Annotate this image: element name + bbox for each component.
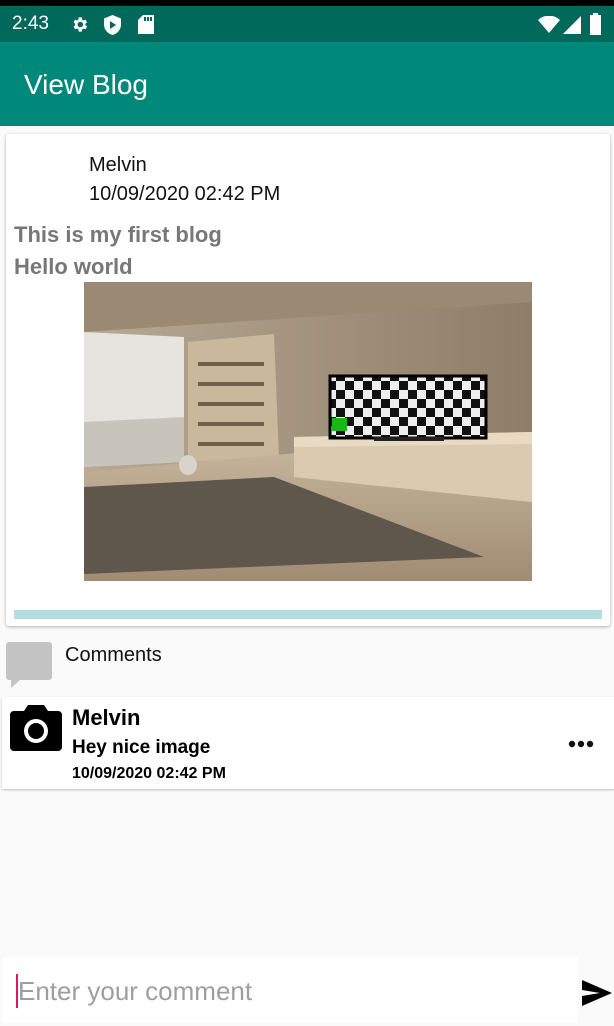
gear-icon xyxy=(73,17,88,32)
sd-card-icon xyxy=(138,15,154,34)
blog-post-card: Melvin 10/09/2020 02:42 PM This is my fi… xyxy=(6,134,610,626)
post-date: 10/09/2020 02:42 PM xyxy=(89,183,281,205)
post-image[interactable] xyxy=(84,282,532,581)
app-bar: View Blog xyxy=(0,42,614,126)
comments-label: Comments xyxy=(65,644,162,666)
comment-input-box xyxy=(2,957,578,1023)
app-title: View Blog xyxy=(24,69,149,100)
comment-author: Melvin xyxy=(72,705,141,730)
shield-icon xyxy=(104,15,121,35)
send-icon[interactable] xyxy=(580,974,614,1012)
comment-date: 10/09/2020 02:42 PM xyxy=(72,765,226,782)
comment-item: Melvin Hey nice image 10/09/2020 02:42 P… xyxy=(2,697,614,789)
comment-bubble-icon xyxy=(6,642,52,688)
loading-progress-bar xyxy=(14,610,602,619)
status-bar: 2:43 xyxy=(0,6,614,42)
more-options-icon[interactable] xyxy=(568,740,594,748)
signal-icon xyxy=(563,16,581,34)
post-body: Hello world xyxy=(14,254,133,279)
post-author: Melvin xyxy=(89,154,147,176)
battery-icon xyxy=(590,13,601,35)
comment-text: Hey nice image xyxy=(72,737,211,758)
post-title: This is my first blog xyxy=(14,222,222,247)
comment-input[interactable] xyxy=(18,969,568,1013)
camera-icon xyxy=(10,705,62,751)
wifi-icon xyxy=(538,16,560,33)
status-time: 2:43 xyxy=(12,13,49,34)
